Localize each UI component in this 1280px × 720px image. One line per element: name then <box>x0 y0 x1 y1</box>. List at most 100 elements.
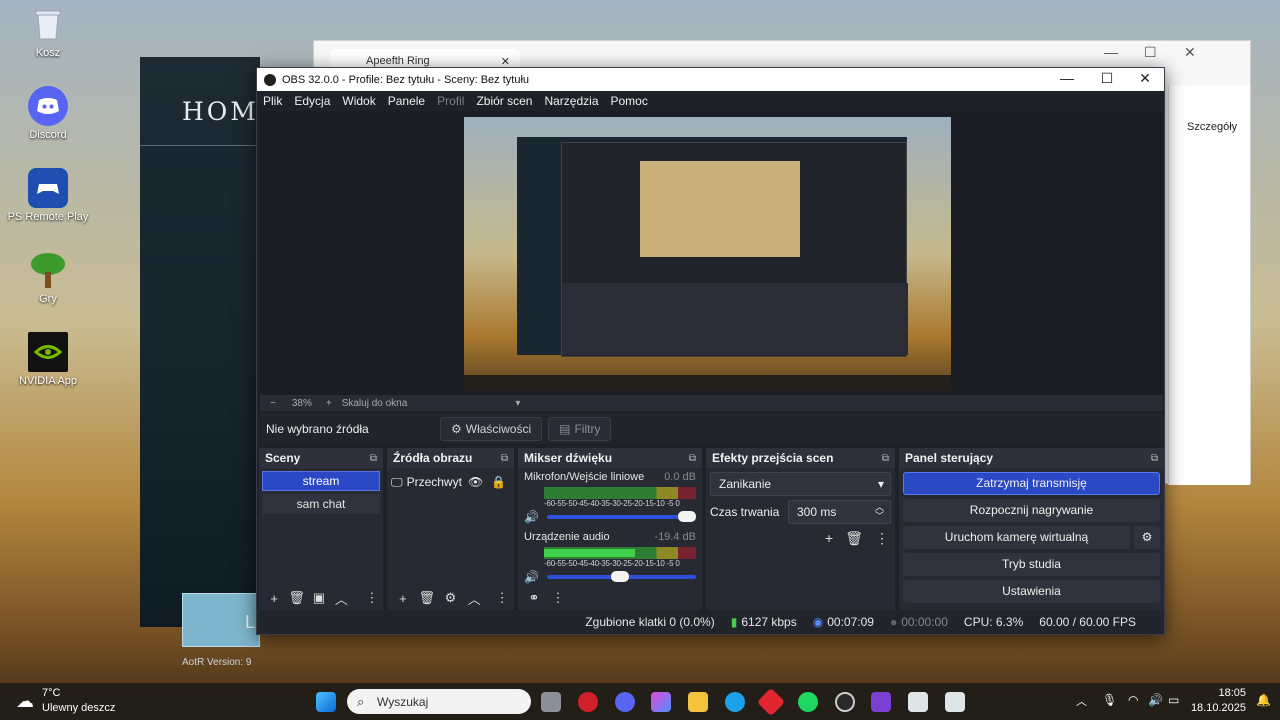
zoom-in-button[interactable]: + <box>326 398 332 409</box>
desktop-icon-ps-remote-play[interactable]: PS Remote Play <box>6 168 90 223</box>
copilot-icon[interactable] <box>651 692 671 712</box>
app-icon[interactable] <box>756 687 786 717</box>
maximize-icon[interactable]: ☐ <box>1087 70 1127 90</box>
notification-icon[interactable]: 🔔 <box>1256 693 1271 707</box>
undock-icon[interactable]: ⧉ <box>1151 453 1158 464</box>
chevron-up-icon[interactable]: ︿ <box>330 589 352 608</box>
record-time: 00:00:00 <box>901 615 948 629</box>
close-icon[interactable]: ✕ <box>1125 70 1165 90</box>
scene-item[interactable]: sam chat <box>262 494 380 514</box>
settings-button[interactable]: Ustawienia <box>903 580 1160 603</box>
obs-icon[interactable] <box>835 692 855 712</box>
add-icon[interactable]: + <box>391 591 415 606</box>
filters-button[interactable]: ▤ Filtry <box>548 417 612 441</box>
discord-icon[interactable] <box>615 692 635 712</box>
wifi-icon[interactable]: ◠ <box>1128 693 1138 707</box>
gear-icon[interactable]: ⚙ <box>1134 526 1160 549</box>
spin-arrows-icon[interactable]: ︿ ﹀ <box>875 503 884 521</box>
scene-item[interactable]: stream <box>262 471 380 491</box>
clock-date[interactable]: 18.10.2025 <box>1186 702 1246 714</box>
opera-icon[interactable] <box>578 692 598 712</box>
menu-scene-collection[interactable]: Zbiór scen <box>476 94 532 108</box>
menu-help[interactable]: Pomoc <box>611 94 648 108</box>
details-label[interactable]: Szczegóły <box>1187 121 1237 133</box>
properties-button[interactable]: ⚙ Właściwości <box>440 417 543 441</box>
desktop-icon-recycle-bin[interactable]: Kosz <box>6 4 90 59</box>
source-item[interactable]: 🖵 Przechwyt 👁 🔒 <box>391 471 510 493</box>
fader-rail[interactable] <box>546 511 696 522</box>
chevron-down-icon[interactable]: ▾ <box>515 398 520 409</box>
app-icon[interactable] <box>908 692 928 712</box>
filter-icon[interactable]: ▣ <box>308 590 330 606</box>
volume-meter <box>544 487 696 499</box>
task-view-icon[interactable] <box>541 692 561 712</box>
more-icon[interactable]: ⋮ <box>875 530 889 547</box>
volume-fader[interactable]: 🔊 <box>524 570 696 584</box>
battery-icon[interactable]: ▭ <box>1168 693 1179 707</box>
edge-icon[interactable] <box>725 692 745 712</box>
desktop-icon-games[interactable]: Gry <box>6 250 90 305</box>
virtual-camera-button[interactable]: Uruchom kamerę wirtualną <box>903 526 1130 549</box>
more-icon[interactable]: ⋮ <box>546 590 570 606</box>
eye-icon[interactable]: 👁 <box>468 475 483 489</box>
trash-icon[interactable]: 🗑 <box>845 530 863 547</box>
desktop-icon-discord[interactable]: Discord <box>6 86 90 141</box>
menu-file[interactable]: Plik <box>263 94 282 108</box>
add-icon[interactable]: + <box>825 530 833 547</box>
undock-icon[interactable]: ⧉ <box>689 453 696 464</box>
file-explorer-icon[interactable] <box>688 692 708 712</box>
gear-icon[interactable]: ⚙ <box>439 590 463 606</box>
undock-icon[interactable]: ⧉ <box>882 453 889 464</box>
weather-desc[interactable]: Ulewny deszcz <box>42 702 115 714</box>
undock-icon[interactable]: ⧉ <box>370 453 377 464</box>
weather-temp[interactable]: 7°C <box>42 687 60 699</box>
fader-rail[interactable] <box>546 571 696 582</box>
zoom-fit-select[interactable]: Skaluj do okna <box>342 398 408 409</box>
zoom-out-button[interactable]: − <box>270 398 276 409</box>
menu-edit[interactable]: Edycja <box>294 94 330 108</box>
launcher-launch-button[interactable]: L <box>182 593 260 647</box>
transition-select[interactable]: Zanikanie ▾ <box>710 472 891 496</box>
trash-icon[interactable]: 🗑 <box>285 590 307 606</box>
discord-icon <box>28 86 68 126</box>
duration-spinbox[interactable]: 300 ms ︿ ﹀ <box>788 500 891 524</box>
speaker-icon[interactable]: 🔊 <box>524 510 539 524</box>
microphone-icon[interactable]: 🎙 <box>1102 693 1117 707</box>
menu-view[interactable]: Widok <box>342 94 375 108</box>
minimize-icon[interactable]: — <box>1104 44 1118 60</box>
studio-mode-button[interactable]: Tryb studia <box>903 553 1160 576</box>
stop-stream-button[interactable]: Zatrzymaj transmisję <box>903 472 1160 495</box>
undock-icon[interactable]: ⧉ <box>501 453 508 464</box>
speaker-icon[interactable]: 🔊 <box>1148 693 1163 707</box>
stream-preview[interactable] <box>464 117 951 391</box>
trash-icon[interactable]: 🗑 <box>415 590 439 606</box>
taskbar-search[interactable]: ⌕ Wyszukaj <box>347 689 531 714</box>
lock-icon[interactable]: 🔒 <box>491 475 506 489</box>
more-icon[interactable]: ⋮ <box>490 590 514 606</box>
volume-fader[interactable]: 🔊 <box>524 510 696 524</box>
menu-tools[interactable]: Narzędzia <box>544 94 598 108</box>
minimize-icon[interactable]: — <box>1047 70 1087 90</box>
desktop-icon-nvidia-app[interactable]: NVIDIA App <box>6 332 90 387</box>
clock-time[interactable]: 18:05 <box>1196 687 1246 699</box>
maximize-icon[interactable]: ☐ <box>1144 44 1157 61</box>
fader-knob[interactable] <box>678 511 696 522</box>
app-icon[interactable] <box>871 692 891 712</box>
menu-docks[interactable]: Panele <box>388 94 425 108</box>
chevron-up-icon[interactable]: ︿ <box>462 589 486 608</box>
speaker-icon[interactable]: 🔊 <box>524 570 539 584</box>
menu-profile[interactable]: Profil <box>437 94 464 108</box>
add-icon[interactable]: + <box>263 591 285 606</box>
dock-header: Mikser dźwięku ⧉ <box>518 448 702 468</box>
fader-knob[interactable] <box>610 571 629 582</box>
close-icon[interactable]: ✕ <box>1184 44 1196 61</box>
app-icon[interactable] <box>945 692 965 712</box>
more-icon[interactable]: ⋮ <box>361 590 383 606</box>
spotify-icon[interactable] <box>798 692 818 712</box>
start-recording-button[interactable]: Rozpocznij nagrywanie <box>903 499 1160 522</box>
link-icon[interactable]: ⚭ <box>522 590 546 606</box>
chevron-up-icon[interactable]: ︿ <box>1076 693 1087 709</box>
transitions-dock: Efekty przejścia scen ⧉ Zanikanie ▾ Czas t… <box>706 448 895 610</box>
windows-start-icon[interactable] <box>316 692 336 712</box>
weather-icon[interactable]: ☁ <box>16 691 34 712</box>
